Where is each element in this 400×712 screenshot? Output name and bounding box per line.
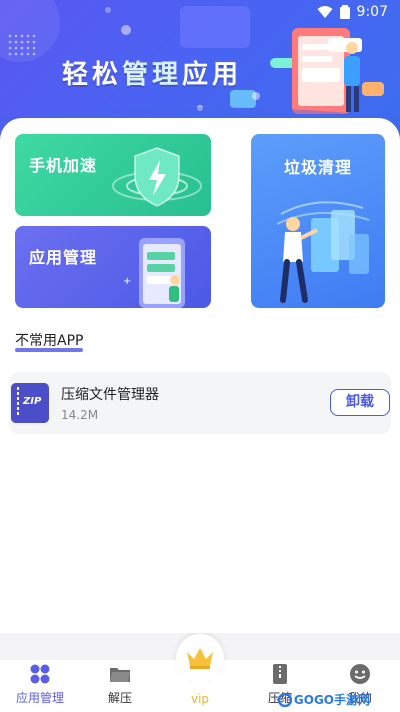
shield-bolt-icon (112, 147, 202, 207)
banner-title: 轻松管理应用 (62, 54, 242, 91)
tab-vip-label: vip (190, 692, 210, 706)
svg-text:+: + (123, 276, 131, 287)
junk-clean-card[interactable]: 垃圾清理 (251, 134, 385, 308)
banner-title-part2: 管理 (122, 60, 183, 90)
folder-icon (110, 668, 130, 682)
phone-list-icon: + (123, 238, 185, 308)
grid-icon (30, 664, 50, 684)
watermark-logo-icon (277, 692, 292, 707)
status-time: 9:07 (356, 4, 388, 20)
wifi-icon (317, 6, 333, 18)
zip-file-icon (273, 664, 287, 684)
tab-vip[interactable]: vip (160, 634, 240, 712)
main-content: 手机加速 应用管理 + 垃圾清理 不常用APP ZIP 压缩文件管理器 14.2… (0, 118, 400, 633)
zip-app-icon: ZIP (11, 383, 49, 423)
app-name: 压缩文件管理器 (61, 387, 159, 403)
uninstall-button[interactable]: 卸载 (330, 389, 390, 416)
tab-extract-label: 解压 (107, 691, 132, 705)
phone-speed-card[interactable]: 手机加速 (15, 134, 211, 216)
banner-title-part1: 轻松 (62, 60, 123, 90)
vip-bubble (176, 634, 224, 682)
clean-person-icon (276, 201, 370, 303)
status-bar: 9:07 (0, 0, 400, 24)
list-item-app[interactable]: ZIP 压缩文件管理器 14.2M 卸载 (9, 372, 391, 434)
smile-icon (350, 664, 370, 684)
banner-title-part3: 应用 (182, 60, 243, 90)
tab-extract[interactable]: 解压 (80, 660, 160, 712)
battery-icon (339, 5, 350, 19)
watermark-text: GOGO手游网 (293, 693, 370, 707)
tab-app-manage[interactable]: 应用管理 (0, 660, 80, 712)
watermark: GOGO手游网 (277, 691, 370, 708)
app-manage-card[interactable]: 应用管理 + (15, 226, 211, 308)
crown-icon (187, 648, 213, 669)
app-icon-text: ZIP (23, 396, 42, 407)
app-size: 14.2M (61, 408, 99, 422)
tab-app-manage-label: 应用管理 (15, 691, 64, 705)
section-title-unused-apps: 不常用APP (15, 330, 84, 352)
